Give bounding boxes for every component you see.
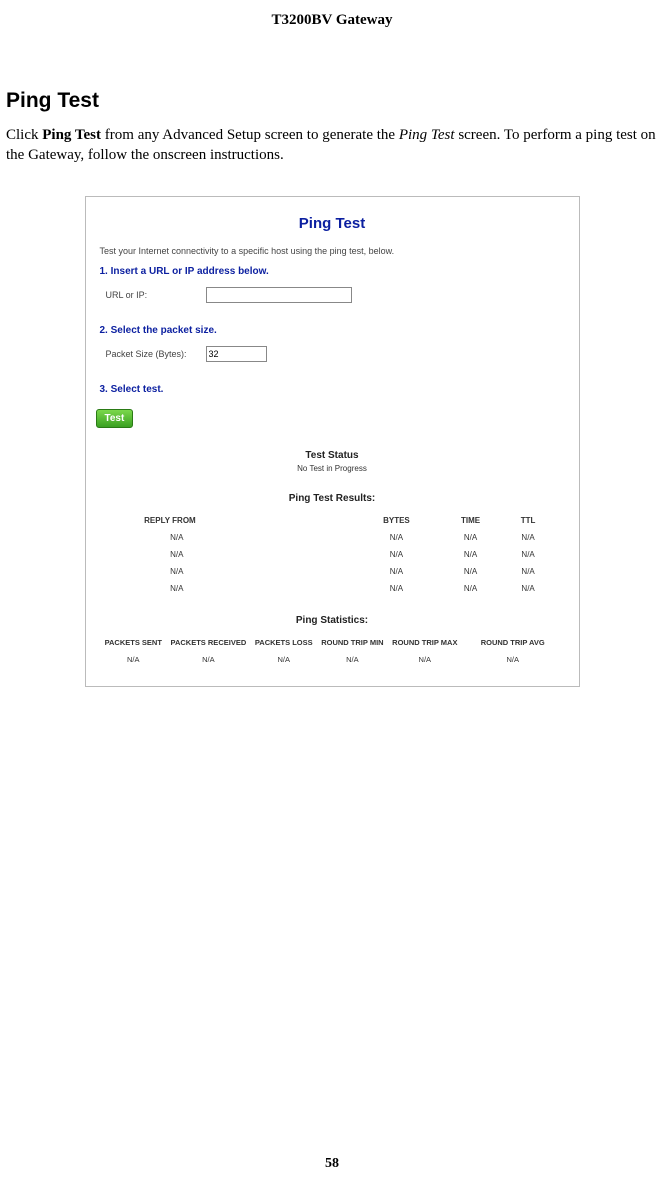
cell-bytes: N/A xyxy=(354,580,439,597)
test-button[interactable]: Test xyxy=(96,409,134,428)
table-row: N/A N/A N/A N/A xyxy=(110,580,554,597)
cell-reply: N/A xyxy=(110,563,354,580)
embedded-screenshot: Ping Test Test your Internet connectivit… xyxy=(85,196,580,687)
col-reply-from: REPLY FROM xyxy=(110,512,354,529)
packet-size-input[interactable] xyxy=(206,346,267,362)
ping-results-head: Ping Test Results: xyxy=(86,493,579,504)
url-label: URL or IP: xyxy=(106,290,206,300)
cell-reply: N/A xyxy=(110,580,354,597)
document-header: T3200BV Gateway xyxy=(0,12,664,29)
cell-bytes: N/A xyxy=(354,529,439,546)
cell-rtavg: N/A xyxy=(462,651,564,668)
cell-sent: N/A xyxy=(100,651,166,668)
cell-recv: N/A xyxy=(166,651,250,668)
cell-time: N/A xyxy=(439,563,503,580)
section-title: Ping Test xyxy=(6,89,664,113)
cell-time: N/A xyxy=(439,546,503,563)
cell-rtmin: N/A xyxy=(317,651,388,668)
col-packets-loss: PACKETS LOSS xyxy=(251,634,317,651)
cell-ttl: N/A xyxy=(502,546,553,563)
col-ttl: TTL xyxy=(502,512,553,529)
test-status-head: Test Status xyxy=(86,450,579,461)
cell-loss: N/A xyxy=(251,651,317,668)
page-number: 58 xyxy=(0,1156,664,1172)
ping-test-title: Ping Test xyxy=(86,215,579,232)
col-round-trip-max: ROUND TRIP MAX xyxy=(388,634,462,651)
table-row: N/A N/A N/A N/A xyxy=(110,546,554,563)
body-bold-1: Ping Test xyxy=(42,127,101,143)
col-packets-received: PACKETS RECEIVED xyxy=(166,634,250,651)
col-bytes: BYTES xyxy=(354,512,439,529)
body-ital-1: Ping Test xyxy=(399,127,455,143)
cell-ttl: N/A xyxy=(502,580,553,597)
table-row: N/A N/A N/A N/A N/A N/A xyxy=(100,651,563,668)
body-paragraph: Click Ping Test from any Advanced Setup … xyxy=(6,125,658,166)
packet-size-label: Packet Size (Bytes): xyxy=(106,349,206,359)
cell-time: N/A xyxy=(439,529,503,546)
ping-stats-table: PACKETS SENT PACKETS RECEIVED PACKETS LO… xyxy=(100,634,563,668)
col-round-trip-avg: ROUND TRIP AVG xyxy=(462,634,564,651)
cell-ttl: N/A xyxy=(502,529,553,546)
col-packets-sent: PACKETS SENT xyxy=(100,634,166,651)
col-time: TIME xyxy=(439,512,503,529)
ping-stats-head: Ping Statistics: xyxy=(86,615,579,626)
url-row: URL or IP: xyxy=(106,287,579,303)
cell-bytes: N/A xyxy=(354,563,439,580)
url-input[interactable] xyxy=(206,287,352,303)
cell-ttl: N/A xyxy=(502,563,553,580)
ping-results-table: REPLY FROM BYTES TIME TTL N/A N/A N/A N/… xyxy=(110,512,554,597)
packet-row: Packet Size (Bytes): xyxy=(106,346,579,362)
cell-reply: N/A xyxy=(110,529,354,546)
cell-time: N/A xyxy=(439,580,503,597)
step-3-label: 3. Select test. xyxy=(100,384,579,395)
cell-reply: N/A xyxy=(110,546,354,563)
cell-bytes: N/A xyxy=(354,546,439,563)
ping-test-subtitle: Test your Internet connectivity to a spe… xyxy=(100,246,579,256)
step-1-label: 1. Insert a URL or IP address below. xyxy=(100,266,579,277)
cell-rtmax: N/A xyxy=(388,651,462,668)
col-round-trip-min: ROUND TRIP MIN xyxy=(317,634,388,651)
table-row: N/A N/A N/A N/A xyxy=(110,529,554,546)
body-pre: Click xyxy=(6,127,42,143)
table-row: N/A N/A N/A N/A xyxy=(110,563,554,580)
step-2-label: 2. Select the packet size. xyxy=(100,325,579,336)
test-status-text: No Test in Progress xyxy=(86,464,579,473)
body-mid: from any Advanced Setup screen to genera… xyxy=(101,127,399,143)
